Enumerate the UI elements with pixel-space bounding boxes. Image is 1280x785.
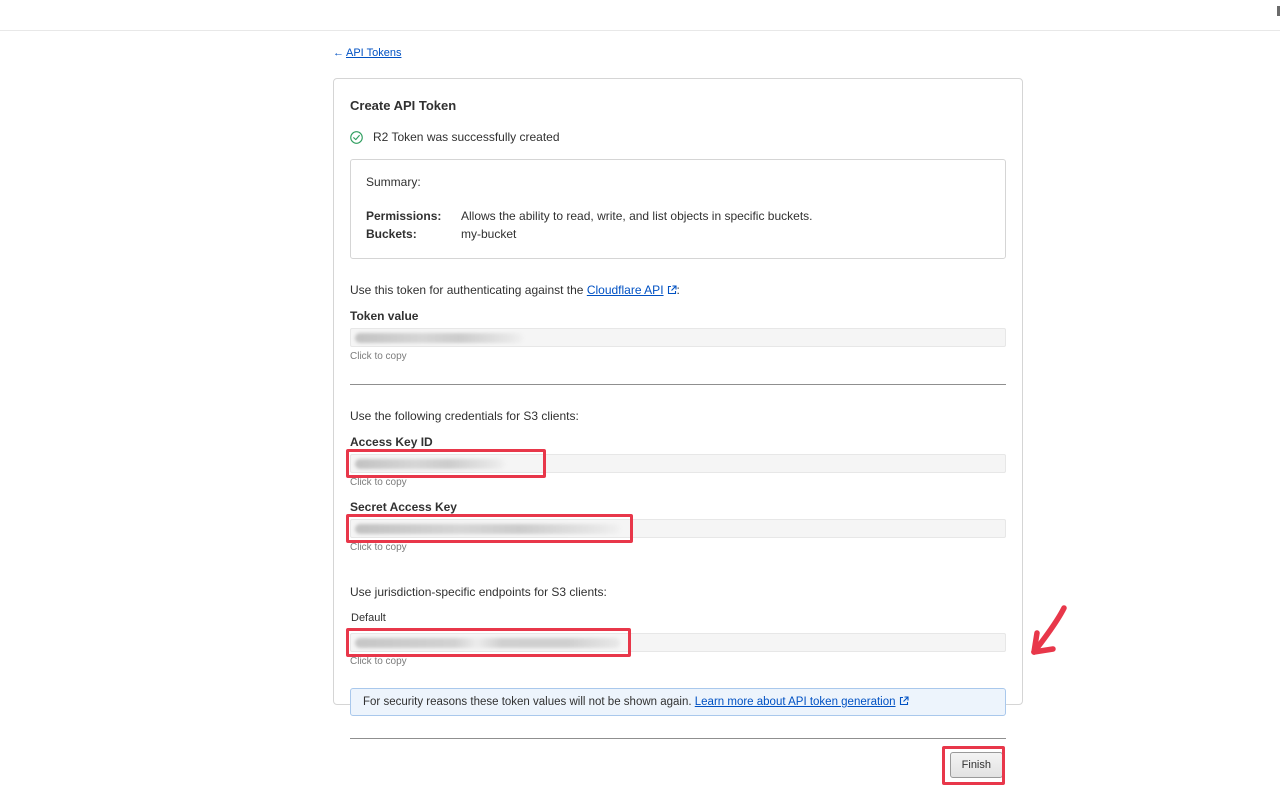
summary-panel: Summary: Permissions: Allows the ability… — [350, 159, 1006, 259]
security-notice-text: For security reasons these token values … — [363, 696, 695, 708]
endpoint-copy-hint: Click to copy — [350, 656, 1006, 667]
external-link-icon — [899, 696, 909, 706]
success-banner: R2 Token was successfully created — [350, 130, 1006, 144]
summary-permissions-label: Permissions: — [366, 209, 461, 223]
token-intro-suffix: : — [677, 283, 680, 297]
endpoint-field[interactable] — [350, 633, 1006, 652]
secret-key-field[interactable] — [350, 519, 1006, 538]
top-header-bar — [0, 0, 1280, 31]
success-message: R2 Token was successfully created — [373, 130, 560, 144]
token-value-label: Token value — [350, 309, 1006, 323]
finish-button[interactable]: Finish — [950, 752, 1003, 778]
create-api-token-card: Create API Token R2 Token was successful… — [333, 78, 1023, 705]
back-link-label: API Tokens — [346, 47, 401, 59]
endpoint-redacted — [355, 638, 620, 648]
learn-more-link[interactable]: Learn more about API token generation — [695, 696, 896, 708]
token-intro-text: Use this token for authenticating agains… — [350, 283, 1006, 297]
token-intro-prefix: Use this token for authenticating agains… — [350, 283, 587, 297]
check-circle-icon — [350, 131, 363, 144]
access-key-redacted — [355, 459, 505, 469]
access-key-label: Access Key ID — [350, 435, 1006, 449]
summary-heading: Summary: — [366, 175, 990, 189]
footer-divider — [350, 738, 1006, 739]
jurisdiction-intro-text: Use jurisdiction-specific endpoints for … — [350, 585, 1006, 599]
token-value-field[interactable] — [350, 328, 1006, 347]
secret-key-label: Secret Access Key — [350, 500, 1006, 514]
access-key-copy-hint: Click to copy — [350, 477, 1006, 488]
back-to-api-tokens-link[interactable]: ←API Tokens — [333, 47, 401, 59]
token-value-redacted — [355, 333, 523, 343]
annotation-highlight-finish — [942, 746, 1005, 785]
secret-key-copy-hint: Click to copy — [350, 542, 1006, 553]
secret-key-redacted — [355, 524, 620, 534]
s3-intro-text: Use the following credentials for S3 cli… — [350, 409, 1006, 423]
page-title: Create API Token — [350, 98, 1006, 113]
back-arrow-icon: ← — [333, 47, 344, 59]
tab-default-endpoint[interactable]: Default — [350, 612, 387, 630]
summary-buckets-label: Buckets: — [366, 227, 461, 241]
external-link-icon — [667, 285, 677, 295]
summary-permissions-value: Allows the ability to read, write, and l… — [461, 209, 990, 223]
security-notice-banner: For security reasons these token values … — [350, 688, 1006, 716]
section-divider — [350, 384, 1006, 385]
token-copy-hint: Click to copy — [350, 351, 1006, 362]
summary-buckets-value: my-bucket — [461, 227, 990, 241]
access-key-field[interactable] — [350, 454, 1006, 473]
cloudflare-api-link[interactable]: Cloudflare API — [587, 283, 664, 297]
